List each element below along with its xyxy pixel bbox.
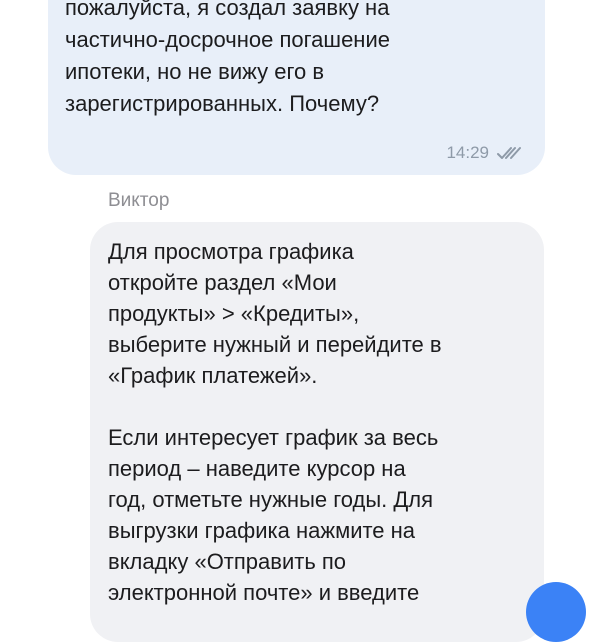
outgoing-message-bubble[interactable]: Добрый день. Подскажите пожалуйста, я со…	[48, 0, 545, 175]
message-meta: 14:29	[446, 143, 523, 163]
double-check-icon	[497, 147, 521, 159]
outgoing-message-text: Добрый день. Подскажите пожалуйста, я со…	[65, 0, 390, 116]
scroll-down-button[interactable]	[526, 582, 586, 642]
incoming-message-bubble[interactable]: Для просмотра графика откройте раздел «М…	[90, 222, 544, 642]
sender-name: Виктор	[108, 190, 170, 211]
message-time: 14:29	[446, 143, 489, 162]
incoming-message-text: Для просмотра графика откройте раздел «М…	[108, 239, 442, 605]
